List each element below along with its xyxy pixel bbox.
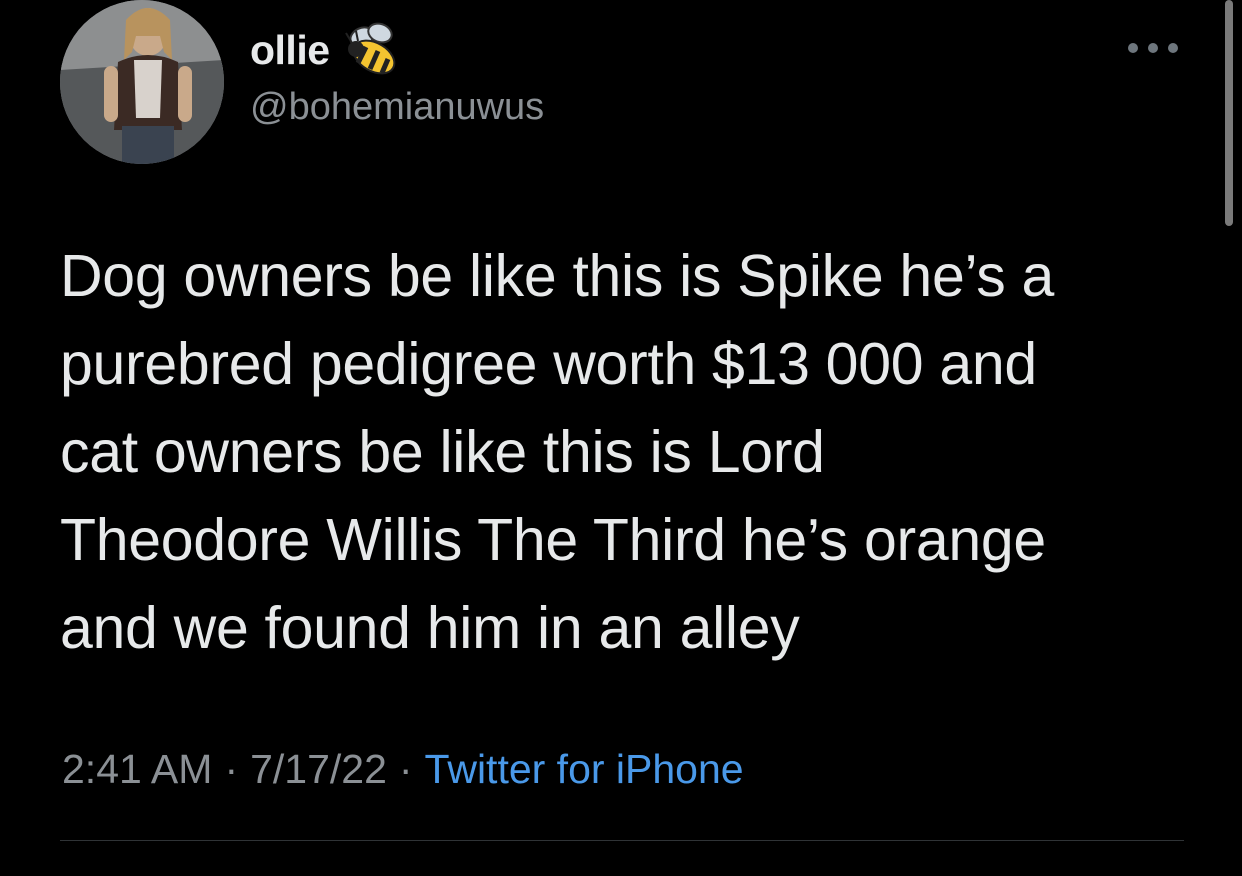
separator-dot: · — [398, 746, 413, 792]
tweet-metadata: 2:41 AM · 7/17/22 · Twitter for iPhone — [62, 746, 744, 793]
scrollbar[interactable] — [1225, 0, 1233, 226]
tweet-source-link[interactable]: Twitter for iPhone — [425, 746, 744, 793]
separator-dot: · — [224, 746, 239, 792]
user-handle[interactable]: @bohemianuwus — [250, 86, 544, 129]
avatar-photo-icon — [60, 0, 224, 164]
display-name-row[interactable]: ollie — [250, 22, 402, 78]
tweet-text: Dog owners be like this is Spike he’s a … — [60, 243, 1055, 661]
more-options-icon[interactable] — [1128, 36, 1178, 60]
tweet-date[interactable]: 7/17/22 — [250, 746, 387, 793]
avatar[interactable] — [60, 0, 224, 164]
display-name[interactable]: ollie — [250, 27, 330, 74]
tweet-time[interactable]: 2:41 AM — [62, 746, 212, 793]
bee-icon — [344, 22, 395, 75]
tweet-container: ollie @bohemianuwus Dog owners be like t… — [0, 0, 1242, 876]
divider — [60, 840, 1184, 841]
